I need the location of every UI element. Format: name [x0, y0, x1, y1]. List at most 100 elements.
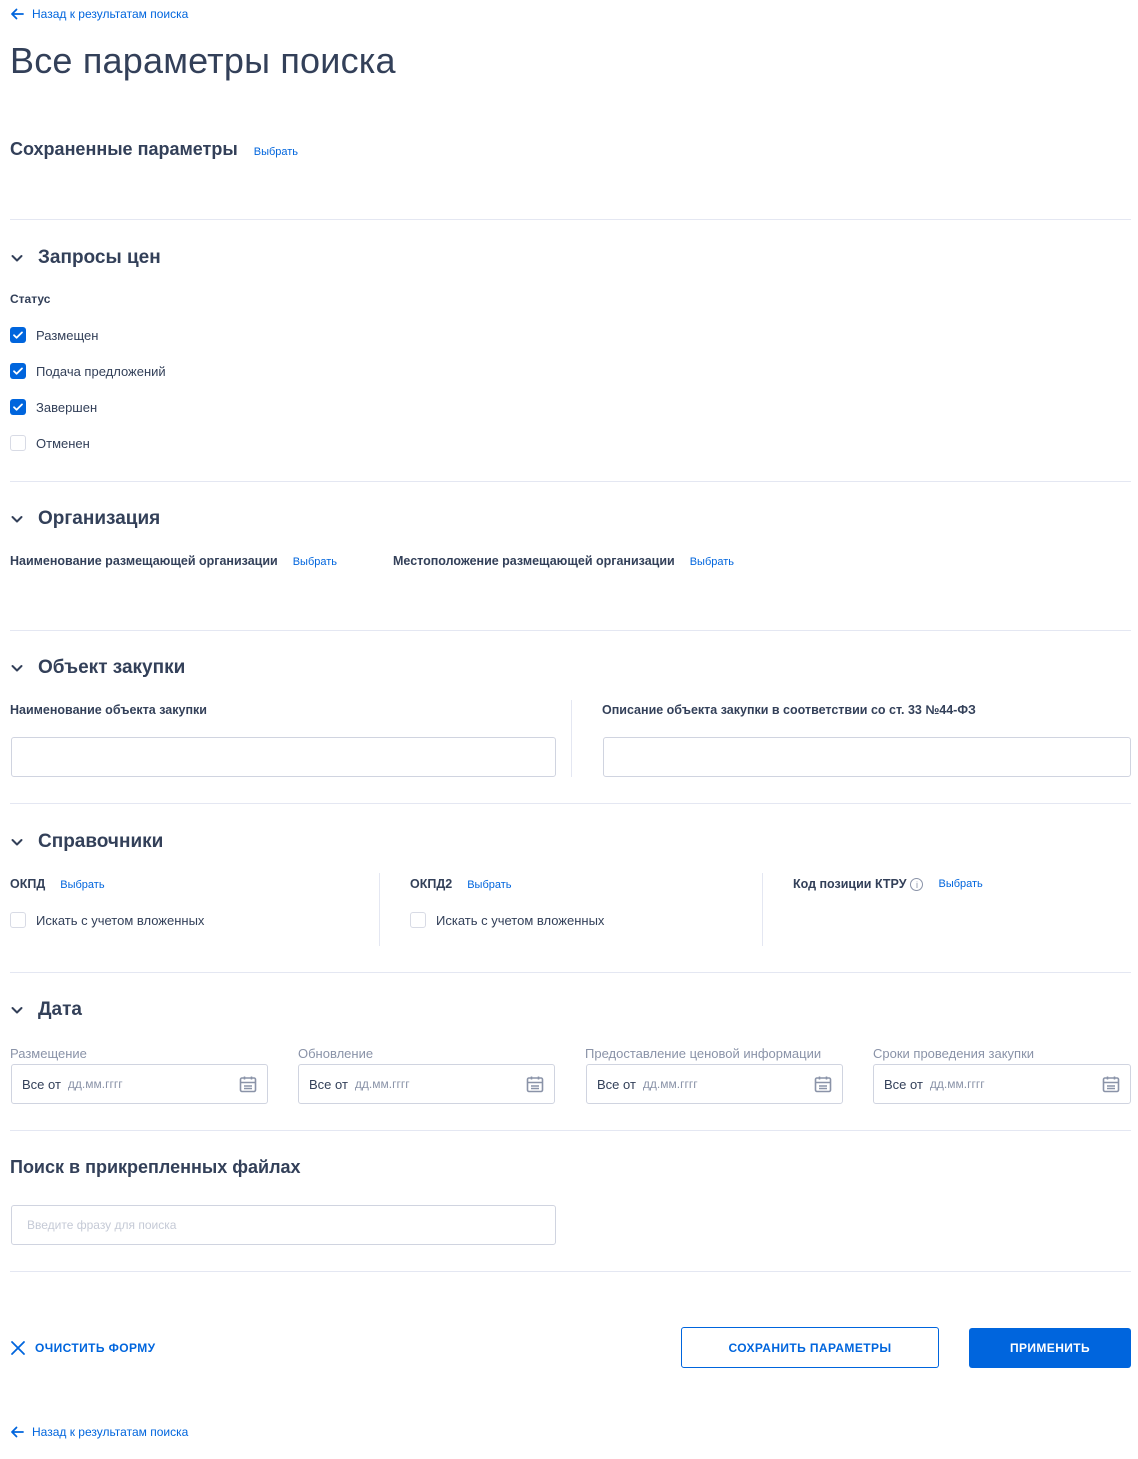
date-placeholder: дд.мм.гггг	[67, 1077, 123, 1091]
ktru-select-link[interactable]: Выбрать	[938, 878, 982, 890]
okpd2-select-link[interactable]: Выбрать	[467, 879, 511, 891]
checkbox-unchecked[interactable]	[10, 912, 26, 928]
okpd-select-link[interactable]: Выбрать	[60, 879, 104, 891]
clear-form-button[interactable]: ОЧИСТИТЬ ФОРМУ	[10, 1340, 156, 1356]
calendar-icon[interactable]	[1102, 1075, 1120, 1093]
date-prefix: Все от	[884, 1076, 923, 1092]
checkbox-label: Подача предложений	[36, 363, 166, 379]
date-prefix: Все от	[597, 1076, 636, 1092]
chevron-down-icon	[11, 516, 23, 523]
date-label-procurement-period: Сроки проведения закупки	[873, 1046, 1035, 1061]
status-checkbox-submission[interactable]: Подача предложений	[10, 363, 166, 379]
back-to-results-link-bottom[interactable]: Назад к результатам поиска	[10, 1425, 188, 1439]
org-name-row: Наименование размещающей организации Выб…	[10, 554, 337, 568]
date-prefix: Все от	[22, 1076, 61, 1092]
date-prefix: Все от	[309, 1076, 348, 1092]
column-divider	[762, 873, 763, 946]
date-input-procurement-period[interactable]: Все от дд.мм.гггг	[873, 1064, 1131, 1104]
ktru-row: Код позиции КТРУ i Выбрать	[793, 877, 983, 892]
okpd-nested-checkbox[interactable]: Искать с учетом вложенных	[10, 912, 204, 928]
okpd-label: ОКПД	[10, 877, 46, 891]
date-label-update: Обновление	[298, 1046, 374, 1061]
ktru-label-wrap: Код позиции КТРУ i	[793, 877, 924, 892]
section-title: Дата	[38, 999, 82, 1020]
column-divider	[571, 700, 572, 777]
date-input-update[interactable]: Все от дд.мм.гггг	[298, 1064, 555, 1104]
section-header-purchase-object[interactable]: Объект закупки	[10, 657, 185, 679]
checkbox-unchecked[interactable]	[410, 912, 426, 928]
checkbox-label: Завершен	[36, 399, 98, 415]
checkbox-checked[interactable]	[10, 399, 26, 415]
purchase-name-label: Наименование объекта закупки	[10, 703, 207, 717]
date-placeholder: дд.мм.гггг	[642, 1077, 698, 1091]
save-params-button[interactable]: СОХРАНИТЬ ПАРАМЕТРЫ	[681, 1327, 939, 1368]
calendar-icon[interactable]	[814, 1075, 832, 1093]
divider	[10, 1271, 1131, 1272]
back-to-results-link-top[interactable]: Назад к результатам поиска	[10, 7, 188, 21]
status-checkbox-placed[interactable]: Размещен	[10, 327, 98, 343]
chevron-down-icon	[11, 1007, 23, 1014]
check-icon	[13, 331, 23, 339]
date-label-price-info: Предоставление ценовой информации	[585, 1046, 822, 1061]
chevron-down-icon	[11, 255, 23, 262]
purchase-description-input[interactable]	[603, 737, 1131, 777]
close-icon	[11, 1341, 25, 1355]
date-placeholder: дд.мм.гггг	[354, 1077, 410, 1091]
checkbox-checked[interactable]	[10, 363, 26, 379]
chevron-down-icon	[11, 665, 23, 672]
date-input-placement[interactable]: Все от дд.мм.гггг	[11, 1064, 268, 1104]
org-name-label: Наименование размещающей организации	[10, 554, 278, 568]
section-header-organization[interactable]: Организация	[10, 508, 160, 530]
okpd2-label: ОКПД2	[410, 877, 453, 891]
check-icon	[13, 367, 23, 375]
divider	[10, 972, 1131, 973]
file-search-input[interactable]: Введите фразу для поиска	[11, 1205, 556, 1245]
org-location-label: Местоположение размещающей организации	[393, 554, 675, 568]
checkbox-checked[interactable]	[10, 327, 26, 343]
status-label: Статус	[10, 292, 51, 306]
calendar-icon[interactable]	[526, 1075, 544, 1093]
date-input-price-info[interactable]: Все от дд.мм.гггг	[586, 1064, 843, 1104]
chevron-down-icon	[11, 839, 23, 846]
purchase-name-input[interactable]	[11, 737, 556, 777]
check-icon	[13, 403, 23, 411]
save-params-label: СОХРАНИТЬ ПАРАМЕТРЫ	[728, 1340, 892, 1355]
checkbox-label: Размещен	[36, 327, 99, 343]
okpd2-row: ОКПД2 Выбрать	[410, 877, 512, 891]
purchase-description-label: Описание объекта закупки в соответствии …	[602, 703, 976, 717]
section-title: Справочники	[38, 831, 164, 852]
section-title: Объект закупки	[38, 657, 186, 678]
section-title: Организация	[38, 508, 161, 529]
divider	[10, 630, 1131, 631]
column-divider	[379, 873, 380, 946]
apply-label: ПРИМЕНИТЬ	[1009, 1341, 1091, 1355]
saved-params-select-link[interactable]: Выбрать	[254, 146, 298, 158]
section-header-date[interactable]: Дата	[10, 999, 82, 1021]
org-location-select-link[interactable]: Выбрать	[690, 556, 734, 568]
divider	[10, 219, 1131, 220]
okpd2-nested-checkbox[interactable]: Искать с учетом вложенных	[410, 912, 604, 928]
ktru-label: Код позиции КТРУ	[793, 877, 907, 891]
section-title: Запросы цен	[38, 247, 161, 268]
apply-button[interactable]: ПРИМЕНИТЬ	[969, 1328, 1131, 1368]
back-link-label: Назад к результатам поиска	[32, 7, 189, 21]
status-checkbox-cancelled[interactable]: Отменен	[10, 435, 90, 451]
checkbox-label: Искать с учетом вложенных	[436, 912, 605, 928]
checkbox-unchecked[interactable]	[10, 435, 26, 451]
saved-params-title: Сохраненные параметры	[10, 139, 238, 159]
status-checkbox-completed[interactable]: Завершен	[10, 399, 97, 415]
clear-form-label: ОЧИСТИТЬ ФОРМУ	[35, 1341, 156, 1355]
back-link-label: Назад к результатам поиска	[32, 1425, 189, 1439]
divider	[10, 1130, 1131, 1131]
org-location-row: Местоположение размещающей организации В…	[393, 554, 734, 568]
saved-params-row: Сохраненные параметры Выбрать	[10, 139, 298, 160]
arrow-left-icon	[11, 8, 24, 20]
checkbox-label: Отменен	[36, 435, 90, 451]
arrow-left-icon	[11, 1426, 24, 1438]
calendar-icon[interactable]	[239, 1075, 257, 1093]
info-icon[interactable]: i	[910, 878, 924, 892]
section-header-directories[interactable]: Справочники	[10, 831, 163, 853]
org-name-select-link[interactable]: Выбрать	[293, 556, 337, 568]
section-header-price-requests[interactable]: Запросы цен	[10, 247, 161, 269]
divider	[10, 481, 1131, 482]
